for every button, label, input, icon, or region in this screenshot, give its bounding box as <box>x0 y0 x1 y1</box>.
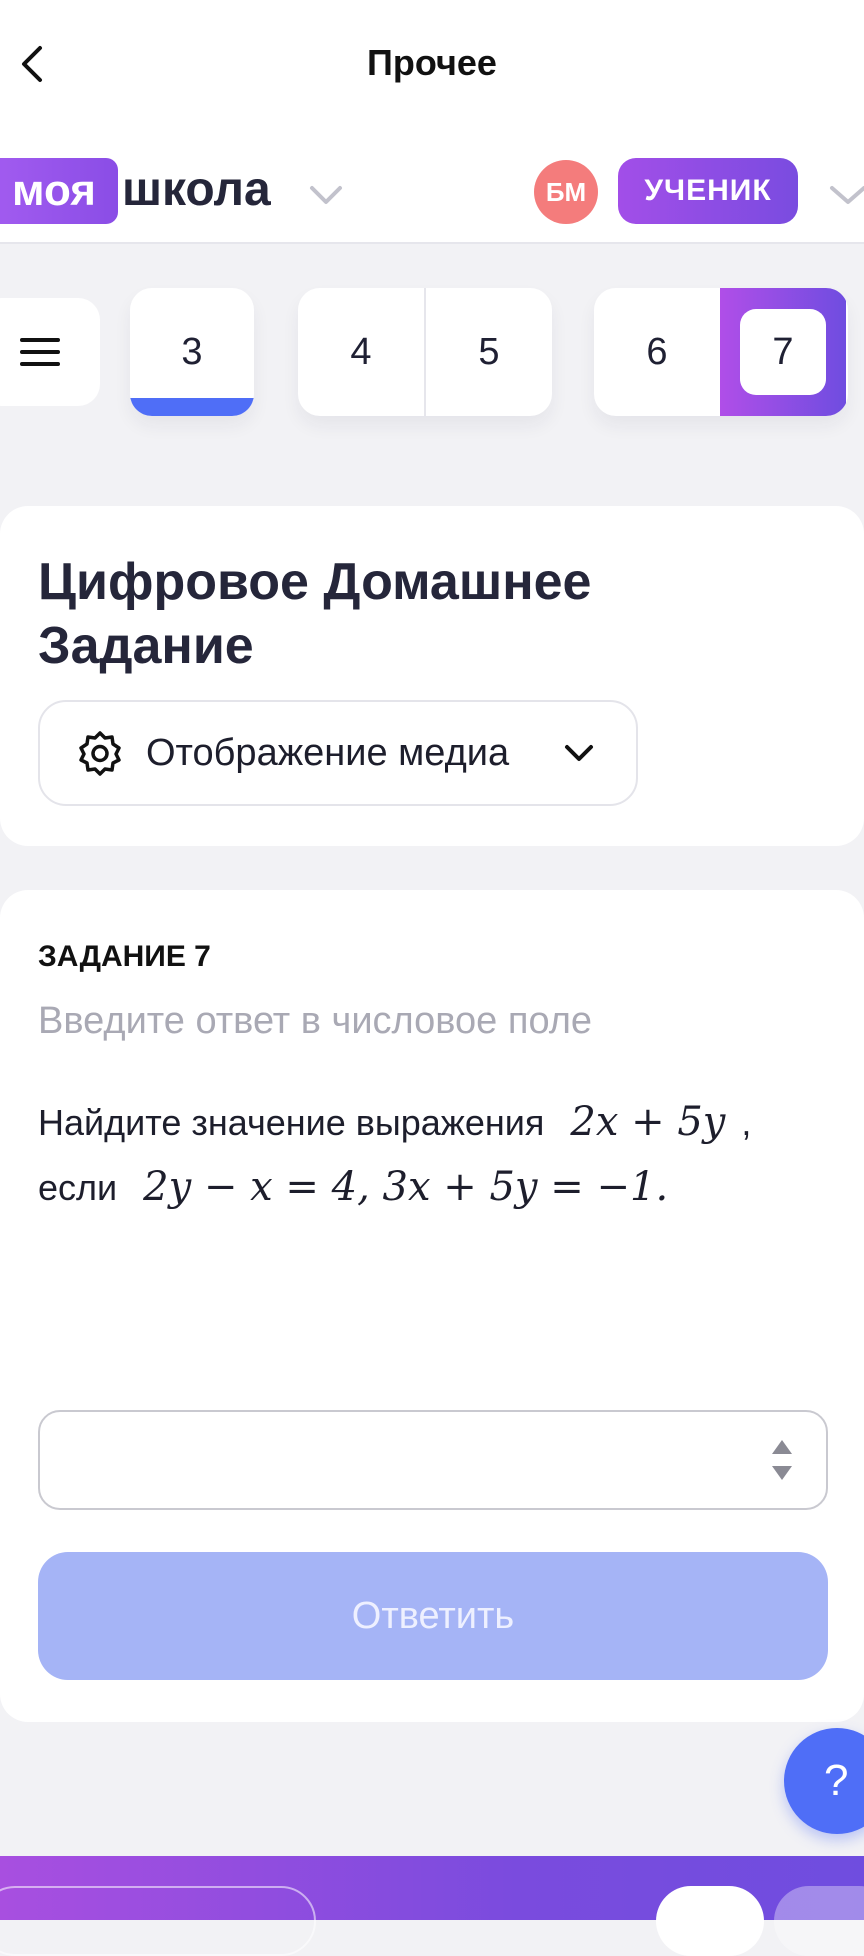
page-title: Прочее <box>367 42 497 83</box>
math-condition: 2y − x = 4, 3x + 5y = −1. <box>143 1164 669 1210</box>
help-button[interactable]: ? <box>784 1728 864 1834</box>
role-badge[interactable]: УЧЕНИК <box>618 158 798 224</box>
number-stepper-icon[interactable] <box>768 1432 796 1488</box>
tab-task-7[interactable]: 7 <box>720 288 846 416</box>
homework-title: Цифровое Домашнее Задание <box>38 553 592 675</box>
task-label: ЗАДАНИЕ 7 <box>38 940 211 973</box>
brand-logo-shkola: школа <box>122 163 271 216</box>
bottom-outline-button[interactable] <box>0 1886 316 1956</box>
question-prefix: Найдите значение выражения <box>38 1102 545 1143</box>
top-header: Прочее <box>0 0 864 130</box>
question-line-1: Найдите значение выражения 2x + 5y, <box>38 1090 828 1155</box>
answer-number-field <box>38 1410 828 1510</box>
hamburger-menu-icon <box>20 338 60 366</box>
tab-task-3[interactable]: 3 <box>130 288 254 416</box>
tab-number: 5 <box>478 330 500 373</box>
task-tabs: 3 4 5 6 7 <box>0 288 864 416</box>
tab-group-3: 6 7 <box>594 288 848 416</box>
menu-button[interactable] <box>0 298 100 406</box>
media-display-label: Отображение медиа <box>146 731 510 774</box>
tab-number: 4 <box>350 330 372 373</box>
tab-group-2: 4 5 <box>298 288 552 416</box>
submit-answer-button[interactable]: Ответить <box>38 1552 828 1680</box>
homework-header-card: Цифровое Домашнее Задание Отображение ме… <box>0 506 864 846</box>
brand-bar: моя школа БМ УЧЕНИК <box>0 130 864 244</box>
condition-prefix: если <box>38 1167 118 1208</box>
tab-task-6[interactable]: 6 <box>594 288 720 416</box>
role-chevron-down-icon[interactable] <box>828 176 864 212</box>
bottom-secondary-button[interactable] <box>774 1886 864 1956</box>
answer-input[interactable] <box>40 1412 740 1508</box>
tab-group-1: 3 <box>130 288 254 416</box>
brand-logo-moya: моя <box>0 158 118 224</box>
tab-task-4[interactable]: 4 <box>298 288 424 416</box>
tab-number-selected: 7 <box>740 309 826 395</box>
task-hint: Введите ответ в числовое поле <box>38 1000 593 1042</box>
task-card: ЗАДАНИЕ 7 Введите ответ в числовое поле … <box>0 890 864 1722</box>
help-question-icon: ? <box>824 1756 849 1805</box>
tab-number: 6 <box>646 330 668 373</box>
task-question: Найдите значение выражения 2x + 5y, если… <box>38 1090 828 1220</box>
question-line-2: если 2y − x = 4, 3x + 5y = −1. <box>38 1155 828 1220</box>
chevron-down-icon <box>565 745 593 761</box>
gear-icon <box>79 731 121 776</box>
tab-task-5[interactable]: 5 <box>426 288 552 416</box>
school-chevron-down-icon[interactable] <box>308 176 344 212</box>
avatar[interactable]: БМ <box>534 160 598 224</box>
tab-number: 3 <box>181 330 203 373</box>
bottom-bar <box>0 1856 864 1956</box>
math-expression: 2x + 5y <box>570 1099 726 1145</box>
bottom-primary-button[interactable] <box>656 1886 764 1956</box>
tab-completed-indicator <box>130 398 254 416</box>
media-display-dropdown[interactable]: Отображение медиа <box>38 700 638 806</box>
question-comma: , <box>741 1102 752 1143</box>
